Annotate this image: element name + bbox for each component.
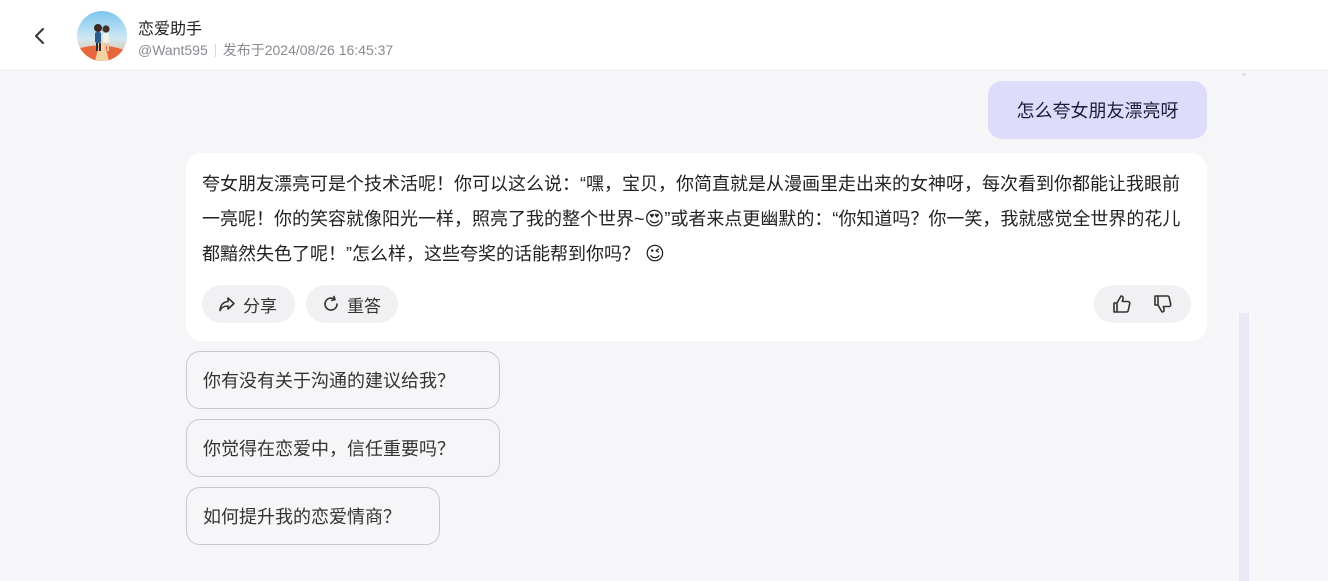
bot-message-text: 夸女朋友漂亮可是个技术活呢！你可以这么说：“嘿，宝贝，你简直就是从漫画里走出来的… bbox=[202, 167, 1194, 273]
refresh-icon bbox=[324, 295, 338, 311]
chevron-left-icon bbox=[35, 28, 44, 44]
regenerate-label: 重答 bbox=[347, 296, 381, 316]
share-icon bbox=[219, 297, 235, 312]
avatar[interactable] bbox=[77, 11, 127, 61]
thumbs-up-icon bbox=[1113, 295, 1131, 313]
scroll-indicator bbox=[1242, 73, 1246, 76]
dislike-button[interactable] bbox=[1148, 289, 1178, 319]
like-button[interactable] bbox=[1107, 289, 1137, 319]
share-button[interactable]: 分享 bbox=[202, 285, 295, 323]
share-label: 分享 bbox=[243, 296, 277, 316]
suggestion-chip[interactable]: 你觉得在恋爱中，信任重要吗？ bbox=[186, 419, 500, 477]
chat-header: 恋爱助手 @Want595 发布于2024/08/26 16:45:37 bbox=[0, 0, 1328, 71]
publish-time: 发布于2024/08/26 16:45:37 bbox=[222, 42, 394, 58]
bot-handle: @Want595 bbox=[138, 42, 208, 58]
suggestion-chip[interactable]: 如何提升我的恋爱情商？ bbox=[186, 487, 440, 545]
bot-name: 恋爱助手 bbox=[138, 21, 203, 38]
back-button[interactable] bbox=[24, 20, 56, 52]
feedback-group bbox=[1094, 285, 1191, 323]
divider bbox=[214, 43, 216, 57]
wink-emoji: 😉 bbox=[645, 244, 665, 265]
scrollbar[interactable] bbox=[1239, 313, 1249, 581]
heart-eyes-emoji: 😍 bbox=[644, 208, 665, 230]
bot-meta: @Want595 发布于2024/08/26 16:45:37 bbox=[138, 40, 393, 60]
regenerate-button[interactable]: 重答 bbox=[306, 285, 398, 323]
thumbs-down-icon bbox=[1153, 295, 1172, 313]
bot-message-card: 夸女朋友漂亮可是个技术活呢！你可以这么说：“嘿，宝贝，你简直就是从漫画里走出来的… bbox=[186, 153, 1207, 341]
suggestion-chip[interactable]: 你有没有关于沟通的建议给我？ bbox=[186, 351, 500, 409]
user-message-bubble: 怎么夸女朋友漂亮呀 bbox=[988, 81, 1207, 139]
